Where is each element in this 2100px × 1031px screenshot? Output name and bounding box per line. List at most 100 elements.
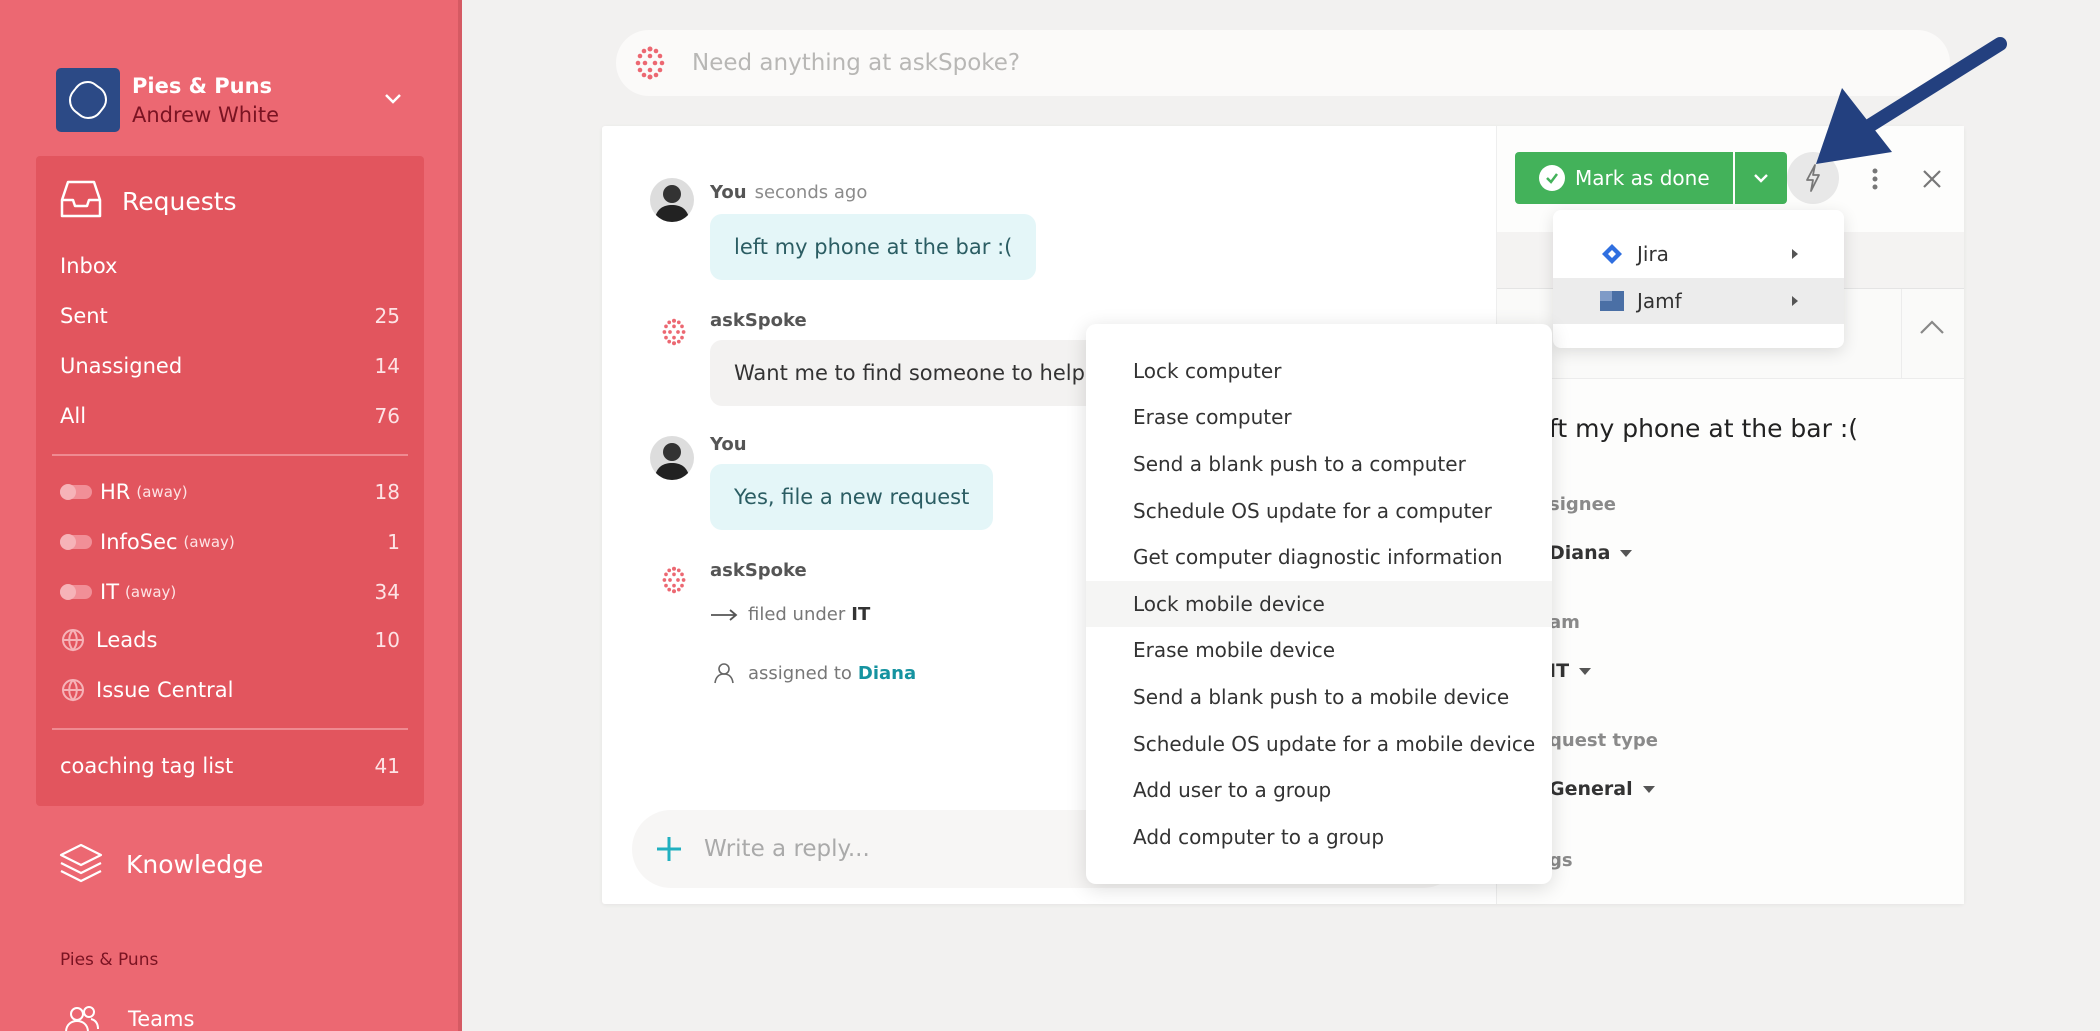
away-status: (away)	[136, 483, 188, 501]
divider	[1901, 289, 1902, 379]
menu-item-erase-mobile-device[interactable]: Erase mobile device	[1086, 627, 1552, 673]
sidebar-item-label: Sent	[60, 304, 108, 328]
away-toggle[interactable]	[60, 534, 92, 550]
sidebar-item-label: Leads	[96, 628, 158, 652]
sidebar-item-inbox[interactable]: Inbox	[60, 248, 400, 284]
sidebar-item-label: Issue Central	[96, 678, 234, 702]
sidebar-item-issue-central[interactable]: Issue Central	[60, 672, 400, 708]
knowledge-label: Knowledge	[126, 849, 264, 879]
team-select[interactable]: IT	[1549, 660, 1592, 682]
menu-item-add-user-to-group[interactable]: Add user to a group	[1086, 767, 1552, 813]
caret-down-icon	[1579, 667, 1592, 675]
actions-menu: Jira Jamf	[1553, 210, 1844, 348]
avatar	[650, 178, 694, 222]
mark-as-done-label: Mark as done	[1575, 166, 1710, 190]
filed-prefix: filed under	[748, 604, 846, 625]
jira-icon	[1599, 241, 1625, 267]
avatar	[650, 436, 694, 480]
user-name: Andrew White	[132, 103, 280, 127]
sidebar-item-all[interactable]: All 76	[60, 398, 400, 434]
caret-right-icon	[1792, 249, 1798, 259]
requests-header[interactable]: Requests	[58, 178, 237, 224]
sidebar-item-knowledge[interactable]: Knowledge	[58, 842, 263, 886]
sidebar-item-count: 41	[374, 754, 400, 778]
team-label: am	[1549, 612, 1580, 633]
users-icon	[64, 1004, 100, 1031]
menu-item-blank-push-computer[interactable]: Send a blank push to a computer	[1086, 441, 1552, 487]
caret-down-icon	[1620, 549, 1633, 557]
sidebar-item-count: 10	[374, 628, 400, 652]
caret-down-icon	[1642, 785, 1655, 793]
sidebar-item-label: Unassigned	[60, 354, 183, 378]
sidebar-item-label: InfoSec	[100, 530, 178, 554]
sidebar-item-label: IT	[100, 580, 120, 604]
person-icon	[714, 662, 734, 684]
message-sender: askSpoke	[710, 310, 807, 331]
sidebar-item-hr[interactable]: HR (away) 18	[60, 474, 400, 510]
sidebar: Pies & Puns Andrew White Requests Inbox …	[0, 0, 462, 1031]
menu-item-add-computer-to-group[interactable]: Add computer to a group	[1086, 814, 1552, 860]
chevron-down-icon[interactable]	[378, 84, 408, 114]
sidebar-item-coaching-tag-list[interactable]: coaching tag list 41	[60, 748, 400, 784]
sidebar-item-label: All	[60, 404, 87, 428]
request-type-select[interactable]: General	[1549, 778, 1655, 800]
requests-panel: Requests Inbox Sent 25 Unassigned 14 All…	[36, 156, 424, 806]
menu-item-os-update-mobile[interactable]: Schedule OS update for a mobile device	[1086, 721, 1552, 767]
plus-icon[interactable]	[654, 834, 684, 864]
sidebar-item-unassigned[interactable]: Unassigned 14	[60, 348, 400, 384]
search-bar[interactable]: Need anything at askSpoke?	[616, 30, 1950, 96]
menu-item-os-update-computer[interactable]: Schedule OS update for a computer	[1086, 488, 1552, 534]
mark-as-done-button[interactable]: Mark as done	[1515, 152, 1733, 204]
jamf-submenu: Lock computer Erase computer Send a blan…	[1086, 324, 1552, 884]
request-title: ft my phone at the bar :(	[1549, 414, 1859, 443]
assignee-link[interactable]: Diana	[858, 663, 916, 684]
away-toggle[interactable]	[60, 484, 92, 500]
menu-item-diagnostic-info[interactable]: Get computer diagnostic information	[1086, 534, 1552, 580]
sidebar-item-leads[interactable]: Leads 10	[60, 622, 400, 658]
sidebar-item-it[interactable]: IT (away) 34	[60, 574, 400, 610]
requests-label: Requests	[122, 186, 237, 216]
away-toggle[interactable]	[60, 584, 92, 600]
menu-item-erase-computer[interactable]: Erase computer	[1086, 394, 1552, 440]
sidebar-item-label: HR	[100, 480, 131, 504]
menu-item-jira[interactable]: Jira	[1553, 231, 1844, 277]
search-input[interactable]: Need anything at askSpoke?	[692, 50, 1020, 76]
team-value: IT	[1549, 660, 1570, 682]
message-bubble: Yes, file a new request	[710, 464, 994, 530]
chevron-up-icon[interactable]	[1917, 317, 1947, 341]
annotation-arrow-icon	[1816, 37, 2007, 164]
message-time: seconds ago	[754, 182, 868, 203]
sidebar-item-count: 76	[374, 404, 400, 428]
filed-under-line: filed under IT	[710, 604, 870, 625]
asksppoke-avatar-icon	[658, 316, 690, 352]
sidebar-item-sent[interactable]: Sent 25	[60, 298, 400, 334]
org-switcher[interactable]: Pies & Puns Andrew White	[56, 68, 408, 134]
asksppoke-logo-icon	[630, 43, 670, 83]
assignee-value: Diana	[1549, 542, 1611, 564]
menu-item-blank-push-mobile[interactable]: Send a blank push to a mobile device	[1086, 674, 1552, 720]
org-name: Pies & Puns	[132, 74, 273, 98]
assignee-label: signee	[1549, 494, 1616, 515]
reply-input[interactable]: Write a reply...	[704, 836, 870, 862]
menu-item-jamf[interactable]: Jamf	[1553, 278, 1844, 324]
message-sender: You	[710, 434, 747, 455]
assignee-select[interactable]: Diana	[1549, 542, 1633, 564]
sidebar-item-count: 1	[387, 530, 400, 554]
menu-item-lock-mobile-device[interactable]: Lock mobile device	[1086, 581, 1552, 627]
asksppoke-avatar-icon	[658, 564, 690, 600]
arrow-right-icon	[710, 608, 738, 622]
sidebar-item-count: 25	[374, 304, 400, 328]
chevron-down-icon	[1750, 167, 1772, 189]
sidebar-item-infosec[interactable]: InfoSec (away) 1	[60, 524, 400, 560]
assigned-to-line: assigned to Diana	[710, 662, 916, 684]
menu-item-label: Jira	[1637, 242, 1669, 266]
sidebar-item-teams[interactable]: Teams	[64, 1004, 194, 1031]
sidebar-item-count: 14	[374, 354, 400, 378]
menu-item-lock-computer[interactable]: Lock computer	[1086, 348, 1552, 394]
message-sender: askSpoke	[710, 560, 807, 581]
layers-icon	[58, 842, 104, 886]
inbox-tray-icon	[58, 178, 104, 224]
tags-label: gs	[1549, 850, 1573, 871]
sidebar-item-count: 18	[374, 480, 400, 504]
away-status: (away)	[125, 583, 177, 601]
